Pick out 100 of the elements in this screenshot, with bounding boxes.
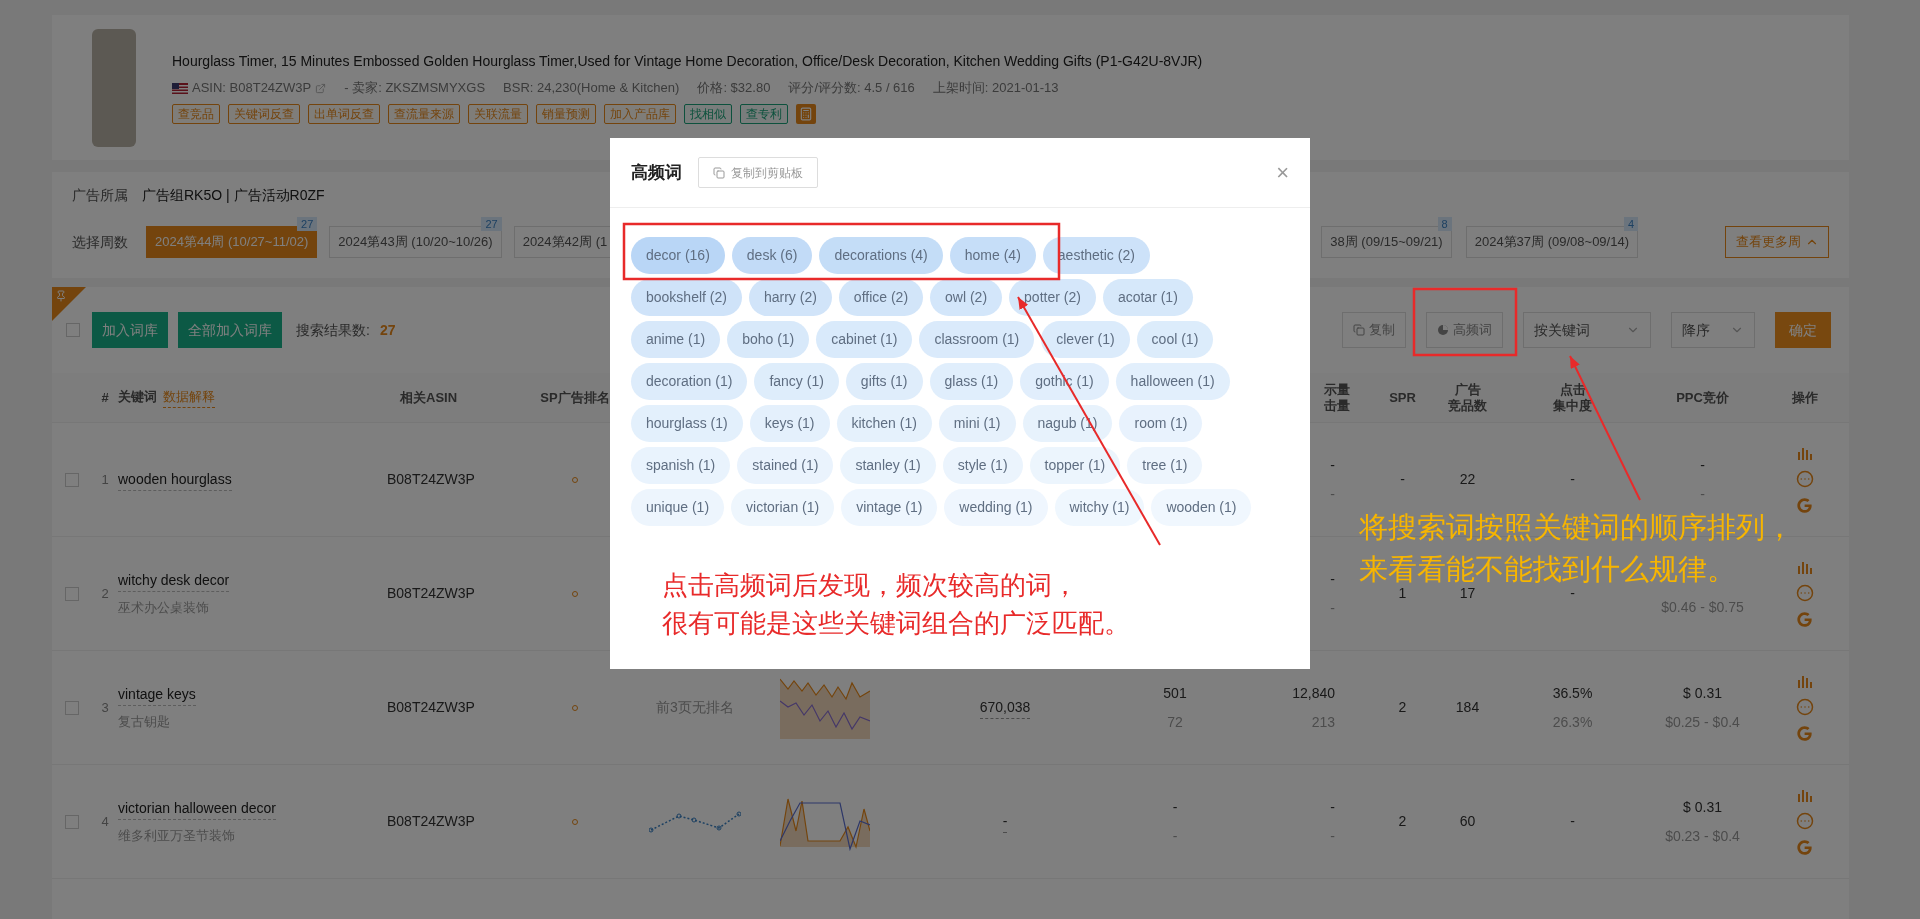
keyword-tag[interactable]: home (4) xyxy=(949,237,1036,274)
bar-chart-icon[interactable] xyxy=(1796,560,1813,574)
column-header: 广告 xyxy=(1454,381,1481,398)
keyword-tag[interactable]: cool (1) xyxy=(1136,321,1214,358)
table-cell-text: 36.5% xyxy=(1552,683,1593,703)
keyword-tag[interactable]: owl (2) xyxy=(930,279,1003,316)
keyword-tag[interactable]: spanish (1) xyxy=(631,447,731,484)
more-icon[interactable] xyxy=(1795,584,1814,602)
keyword-tag[interactable]: vintage (1) xyxy=(841,489,938,526)
keyword-tag[interactable]: harry (2) xyxy=(748,279,832,316)
keyword-tag[interactable]: bookshelf (2) xyxy=(631,279,742,316)
keyword-tag[interactable]: cabinet (1) xyxy=(816,321,913,358)
table-cell-text: B08T24ZW3P xyxy=(386,812,476,831)
row-number: 1 xyxy=(100,470,110,489)
keyword-tag[interactable]: witchy (1) xyxy=(1054,489,1145,526)
checkbox[interactable] xyxy=(65,700,79,715)
keyword-text[interactable]: witchy desk decor xyxy=(118,569,230,592)
close-button[interactable]: × xyxy=(1276,161,1289,184)
keyword-tag[interactable]: desk (6) xyxy=(731,237,813,274)
keyword-tag[interactable]: topper (1) xyxy=(1029,447,1121,484)
keyword-tag[interactable]: potter (2) xyxy=(1009,279,1096,316)
keyword-tag[interactable]: hourglass (1) xyxy=(631,405,743,442)
high-frequency-button[interactable]: 高频词 xyxy=(1426,312,1503,348)
keyword-tag[interactable]: clever (1) xyxy=(1041,321,1130,358)
action-tag[interactable]: 查专利 xyxy=(740,103,788,124)
keyword-tag[interactable]: aesthetic (2) xyxy=(1042,237,1150,274)
keyword-tag[interactable]: tree (1) xyxy=(1127,447,1203,484)
order-select[interactable]: 降序 xyxy=(1671,312,1755,348)
column-header: 相关ASIN xyxy=(399,388,459,407)
table-cell-text: - xyxy=(1330,484,1335,504)
table-cell: 670,038 xyxy=(979,696,1031,719)
bar-chart-icon[interactable] xyxy=(1796,446,1813,460)
sort-select[interactable]: 按关键词 xyxy=(1523,312,1651,348)
keyword-tag[interactable]: keys (1) xyxy=(749,405,830,442)
checkbox[interactable] xyxy=(65,814,79,829)
keyword-text[interactable]: vintage keys xyxy=(118,683,196,706)
annotation-note: 点击高频词后发现，频次较高的词， xyxy=(662,569,1079,602)
checkbox[interactable] xyxy=(65,472,79,487)
keyword-tag[interactable]: decorations (4) xyxy=(819,237,943,274)
table-cell-text: - xyxy=(1330,455,1335,475)
keyword-tag[interactable]: office (2) xyxy=(838,279,924,316)
g-letter-icon[interactable] xyxy=(1797,840,1812,855)
keyword-tag[interactable]: wooden (1) xyxy=(1151,489,1252,526)
keyword-tag[interactable]: style (1) xyxy=(942,447,1023,484)
field-label: 选择周数 xyxy=(72,232,128,252)
table-cell-text: B08T24ZW3P xyxy=(386,698,476,717)
table-cell-text: - xyxy=(1330,598,1335,618)
count-badge: 8 xyxy=(1437,217,1452,231)
more-icon[interactable] xyxy=(1795,470,1814,488)
table-cell: - xyxy=(1002,810,1008,833)
pin-icon[interactable] xyxy=(52,287,86,321)
keyword-tag[interactable]: fancy (1) xyxy=(754,363,839,400)
keyword-tag[interactable]: decoration (1) xyxy=(631,363,748,400)
keyword-tag[interactable]: kitchen (1) xyxy=(836,405,932,442)
keyword-tag[interactable]: unique (1) xyxy=(631,489,725,526)
more-icon[interactable] xyxy=(1795,698,1814,716)
keyword-tag[interactable]: room (1) xyxy=(1119,405,1203,442)
calculator-icon[interactable] xyxy=(796,103,816,124)
keyword-tag[interactable]: wedding (1) xyxy=(944,489,1048,526)
table-cell-text: - xyxy=(1330,797,1335,817)
keyword-tag[interactable]: stanley (1) xyxy=(840,447,936,484)
keyword-tag[interactable]: acotar (1) xyxy=(1102,279,1193,316)
product-meta: 价格: $32.80 xyxy=(697,79,771,98)
product-meta: BSR: 24,230(Home & Kitchen) xyxy=(503,79,680,98)
table-cell-text: $ 0.31 xyxy=(1683,797,1722,817)
keyword-tag[interactable]: glass (1) xyxy=(929,363,1014,400)
column-header: # xyxy=(100,388,110,407)
keyword-tag[interactable]: stained (1) xyxy=(737,447,834,484)
keyword-text[interactable]: victorian halloween decor xyxy=(118,797,276,820)
keyword-tag[interactable]: mini (1) xyxy=(938,405,1016,442)
week-button[interactable]: 2024第37周 (09/08~09/14) xyxy=(1465,226,1638,258)
g-letter-icon[interactable] xyxy=(1797,612,1812,627)
keyword-tag[interactable]: victorian (1) xyxy=(731,489,835,526)
checkbox[interactable] xyxy=(65,586,79,601)
external-link-icon[interactable] xyxy=(315,82,327,94)
flag-icon xyxy=(172,82,188,94)
keyword-text[interactable]: wooden hourglass xyxy=(118,468,232,491)
bar-chart-icon[interactable] xyxy=(1796,788,1813,802)
checkbox[interactable] xyxy=(66,323,80,337)
table-cell-text: $ 0.31 xyxy=(1683,683,1722,703)
bar-chart-icon[interactable] xyxy=(1796,674,1813,688)
keyword-tag[interactable]: classroom (1) xyxy=(919,321,1035,358)
g-letter-icon[interactable] xyxy=(1797,726,1812,741)
column-header: SPR xyxy=(1388,388,1417,407)
row-number: 2 xyxy=(100,584,110,603)
table-cell-text: - xyxy=(1570,470,1575,489)
keyword-tag[interactable]: halloween (1) xyxy=(1115,363,1230,400)
table-cell-text: 12,840 xyxy=(1292,683,1335,703)
copy-to-clipboard-button[interactable]: 复制到剪贴板 xyxy=(698,157,818,188)
keyword-tag[interactable]: gifts (1) xyxy=(845,363,923,400)
week-button[interactable]: 2024第43周 (10/20~10/26) xyxy=(329,226,502,258)
g-letter-icon[interactable] xyxy=(1797,498,1812,513)
count-badge: 4 xyxy=(1623,217,1638,231)
table-cell-text: 1 xyxy=(1397,584,1408,603)
action-tag[interactable]: 找相似 xyxy=(684,103,732,124)
keyword-tag[interactable]: decor (16) xyxy=(631,237,725,274)
more-icon[interactable] xyxy=(1795,812,1814,830)
result-count: 27 xyxy=(379,320,396,340)
keyword-tag[interactable]: anime (1) xyxy=(631,321,721,358)
keyword-tag[interactable]: boho (1) xyxy=(727,321,810,358)
